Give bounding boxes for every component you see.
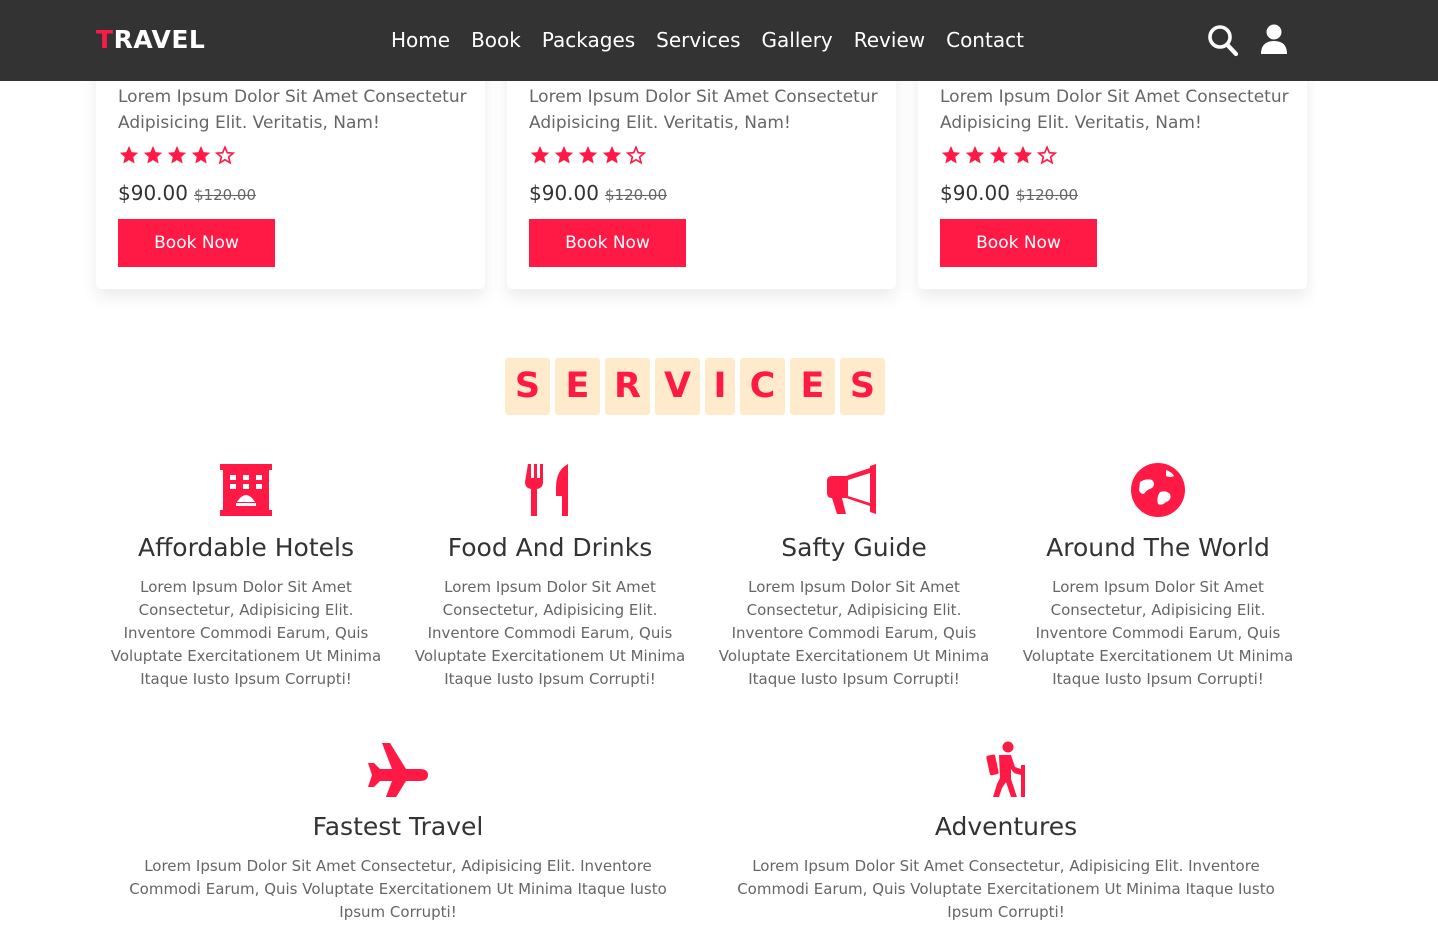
package-price: $90.00 $120.00 <box>940 178 1078 210</box>
service-title: Food And Drinks <box>447 533 653 562</box>
nav-gallery[interactable]: Gallery <box>762 26 833 54</box>
rating-stars <box>529 144 649 166</box>
service-text: Lorem Ipsum Dolor Sit Amet Consectetur, … <box>1022 578 1294 688</box>
star-filled-icon <box>941 145 961 164</box>
old-price: $120.00 <box>193 186 257 204</box>
heading-letter: S <box>840 358 885 415</box>
service-title: Adventures <box>934 812 1078 841</box>
star-outline-icon <box>214 145 236 165</box>
old-price: $120.00 <box>604 186 668 204</box>
user-icon[interactable] <box>1257 22 1291 58</box>
star-filled-icon <box>989 145 1009 164</box>
service-box: Fastest Travel Lorem Ipsum Dolor Sit Ame… <box>106 741 690 924</box>
book-now-button[interactable]: Book Now <box>940 219 1097 267</box>
rating-stars <box>118 144 238 166</box>
service-box: Adventures Lorem Ipsum Dolor Sit Amet Co… <box>714 741 1298 924</box>
services-heading: S E R V I C E S <box>505 358 890 415</box>
globe-icon <box>1131 463 1185 517</box>
book-now-button[interactable]: Book Now <box>529 219 686 267</box>
nav-review[interactable]: Review <box>854 26 925 54</box>
old-price: $120.00 <box>1015 186 1079 204</box>
star-outline-icon <box>1036 145 1058 165</box>
package-description: Lorem Ipsum Dolor Sit Amet Consectetur A… <box>118 87 467 133</box>
star-filled-icon <box>530 145 550 164</box>
nav-packages[interactable]: Packages <box>542 26 635 54</box>
header-icons <box>1206 22 1308 58</box>
service-text: Lorem Ipsum Dolor Sit Amet Consectetur, … <box>129 857 667 921</box>
service-text: Lorem Ipsum Dolor Sit Amet Consectetur, … <box>737 857 1275 921</box>
hotel-icon <box>220 464 272 516</box>
logo-text: RAVEL <box>113 25 206 54</box>
main-nav: Home Book Packages Services Gallery Revi… <box>391 26 1045 54</box>
heading-letter: S <box>505 358 550 415</box>
plane-icon <box>368 743 428 797</box>
service-title: Fastest Travel <box>312 812 484 841</box>
utensils-icon <box>525 464 568 516</box>
star-filled-icon <box>554 145 574 164</box>
service-title: Affordable Hotels <box>137 533 355 562</box>
package-price: $90.00 $120.00 <box>529 178 667 210</box>
nav-home[interactable]: Home <box>391 26 450 54</box>
package-price: $90.00 $120.00 <box>118 178 256 210</box>
service-text: Lorem Ipsum Dolor Sit Amet Consectetur, … <box>110 578 382 688</box>
heading-letter: R <box>605 358 650 415</box>
star-filled-icon <box>965 145 985 164</box>
star-filled-icon <box>191 145 211 164</box>
heading-letter: C <box>740 358 785 415</box>
search-icon[interactable] <box>1206 22 1240 58</box>
nav-contact[interactable]: Contact <box>946 26 1024 54</box>
service-box: Safty Guide Lorem Ipsum Dolor Sit Amet C… <box>714 462 994 691</box>
current-price: $90.00 <box>529 181 599 205</box>
service-box: Around The World Lorem Ipsum Dolor Sit A… <box>1018 462 1298 691</box>
site-header: TRAVEL Home Book Packages Services Galle… <box>0 0 1438 81</box>
bullhorn-icon <box>827 464 876 514</box>
service-text: Lorem Ipsum Dolor Sit Amet Consectetur, … <box>718 578 990 688</box>
service-box: Food And Drinks Lorem Ipsum Dolor Sit Am… <box>410 462 690 691</box>
star-filled-icon <box>119 145 139 164</box>
star-filled-icon <box>578 145 598 164</box>
heading-letter: V <box>655 358 700 415</box>
service-box: Affordable Hotels Lorem Ipsum Dolor Sit … <box>106 462 386 691</box>
heading-letter: E <box>555 358 600 415</box>
service-text: Lorem Ipsum Dolor Sit Amet Consectetur, … <box>414 578 686 688</box>
star-filled-icon <box>602 145 622 164</box>
logo-accent: T <box>96 25 114 54</box>
star-filled-icon <box>143 145 163 164</box>
service-title: Safty Guide <box>781 533 927 562</box>
package-description: Lorem Ipsum Dolor Sit Amet Consectetur A… <box>940 87 1289 133</box>
book-now-button[interactable]: Book Now <box>118 219 275 267</box>
heading-letter: E <box>790 358 835 415</box>
nav-services[interactable]: Services <box>656 26 740 54</box>
star-filled-icon <box>167 145 187 164</box>
current-price: $90.00 <box>940 181 1010 205</box>
hiking-icon <box>986 741 1025 797</box>
rating-stars <box>940 144 1060 166</box>
star-outline-icon <box>625 145 647 165</box>
heading-letter: I <box>705 358 735 415</box>
logo[interactable]: TRAVEL <box>96 24 205 56</box>
nav-book[interactable]: Book <box>471 26 521 54</box>
package-description: Lorem Ipsum Dolor Sit Amet Consectetur A… <box>529 87 878 133</box>
star-filled-icon <box>1013 145 1033 164</box>
service-title: Around The World <box>1046 533 1270 562</box>
current-price: $90.00 <box>118 181 188 205</box>
